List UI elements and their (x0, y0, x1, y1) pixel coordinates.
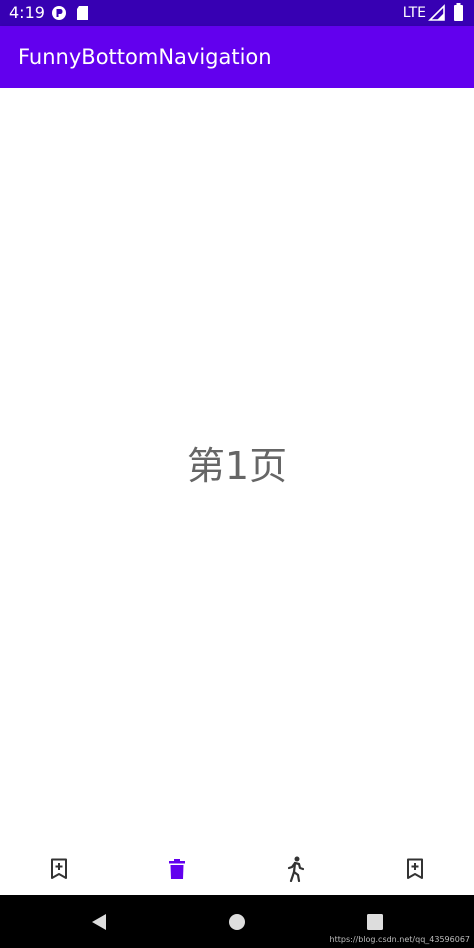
status-left-icons (51, 4, 95, 26)
walk-icon (287, 856, 304, 882)
bottom-navigation (0, 842, 474, 895)
nav-item-1[interactable] (0, 842, 118, 895)
network-type: LTE (402, 5, 426, 21)
nav-item-3[interactable] (236, 842, 354, 895)
page-content: 第1页 (0, 88, 474, 842)
status-time: 4:19 (9, 3, 45, 22)
signal-icon (428, 4, 445, 21)
delete-icon (169, 858, 185, 879)
notification-icon (52, 6, 66, 20)
sd-card-icon (77, 6, 88, 20)
home-icon (229, 914, 245, 930)
page-label: 第1页 (186, 444, 288, 488)
watermark: https://blog.csdn.net/qq_43596067 (329, 935, 470, 944)
system-back-button[interactable] (90, 913, 108, 935)
system-navigation-bar: https://blog.csdn.net/qq_43596067 (0, 895, 474, 948)
bookmark-add-icon (407, 858, 423, 879)
app-bar: FunnyBottomNavigation (0, 26, 474, 88)
bookmark-add-icon (51, 858, 67, 879)
back-icon (92, 914, 106, 930)
recents-icon (367, 914, 383, 930)
system-recents-button[interactable] (366, 913, 384, 935)
battery-icon (454, 3, 463, 21)
nav-item-4[interactable] (356, 842, 474, 895)
system-home-button[interactable] (228, 913, 246, 935)
nav-item-2[interactable] (118, 842, 236, 895)
status-bar: 4:19 LTE (0, 0, 474, 26)
app-title: FunnyBottomNavigation (18, 45, 272, 69)
